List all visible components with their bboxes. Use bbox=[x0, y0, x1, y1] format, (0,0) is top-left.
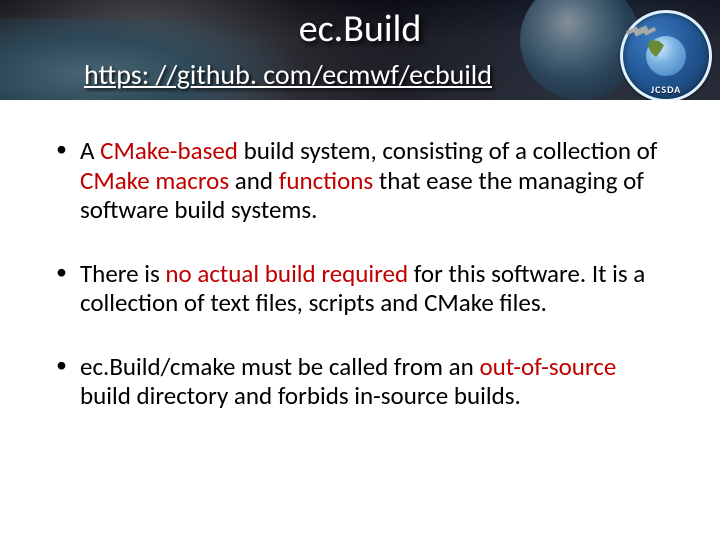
highlight-text: functions bbox=[279, 165, 374, 196]
slide-subtitle: https: //github. com/ecmwf/ecbuild bbox=[84, 57, 492, 92]
slide-body: A CMake-based build system, consisting o… bbox=[0, 100, 720, 411]
highlight-text: CMake macros bbox=[80, 165, 229, 196]
bullet-item: ec.Build/cmake must be called from an ou… bbox=[50, 352, 670, 411]
slide-title: ec.Build bbox=[0, 6, 720, 52]
highlight-text: no actual build required bbox=[165, 258, 408, 289]
slide-header: ec.Build https: //github. com/ecmwf/ecbu… bbox=[0, 0, 720, 100]
text-segment: A bbox=[80, 135, 100, 166]
jcsda-logo: JCSDA bbox=[616, 6, 716, 100]
text-segment: build system, consisting of a collection… bbox=[238, 135, 658, 166]
text-segment: There is bbox=[80, 258, 165, 289]
text-segment: build directory and forbids in-source bu… bbox=[80, 380, 521, 411]
bullet-item: A CMake-based build system, consisting o… bbox=[50, 136, 670, 225]
slide: ec.Build https: //github. com/ecmwf/ecbu… bbox=[0, 0, 720, 540]
text-segment: ec.Build/cmake must be called from an bbox=[80, 351, 479, 382]
text-segment: and bbox=[229, 165, 279, 196]
bullet-list: A CMake-based build system, consisting o… bbox=[50, 136, 670, 411]
highlight-text: out-of-source bbox=[479, 351, 616, 382]
highlight-text: CMake-based bbox=[100, 135, 238, 166]
bullet-item: There is no actual build required for th… bbox=[50, 259, 670, 318]
logo-caption: JCSDA bbox=[616, 83, 716, 96]
